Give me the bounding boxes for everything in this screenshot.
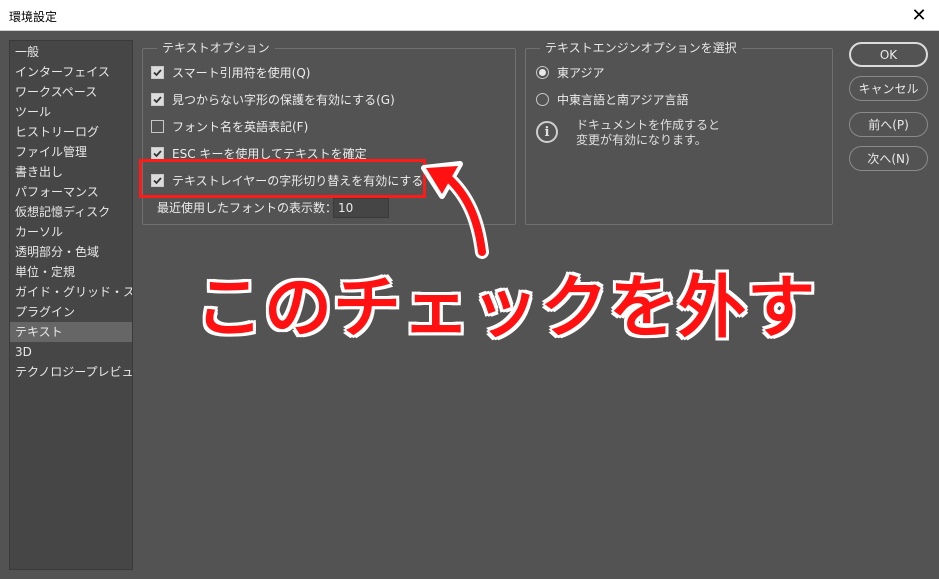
- sidebar-item-scratch-disks[interactable]: 仮想記憶ディスク: [10, 202, 132, 222]
- annotation-highlight-box: [139, 159, 426, 198]
- recent-fonts-input[interactable]: [333, 198, 389, 218]
- recent-fonts-row: 最近使用したフォントの表示数：: [157, 197, 337, 217]
- annotation-arrow-icon: [421, 161, 489, 259]
- info-message: ドキュメントを作成すると 変更が有効になります。: [576, 118, 720, 148]
- radio-east-asian[interactable]: [536, 65, 549, 79]
- sidebar-item-units-rulers[interactable]: 単位・定規: [10, 262, 132, 282]
- annotation-callout-text: このチェックを外す: [194, 268, 817, 349]
- sidebar-item-3d[interactable]: 3D: [10, 342, 132, 362]
- recent-fonts-label: 最近使用したフォントの表示数：: [157, 200, 338, 215]
- radio-label: 中東言語と南アジア言語: [557, 92, 689, 107]
- checkbox-esc-commit[interactable]: [151, 146, 164, 160]
- sidebar-item-export[interactable]: 書き出し: [10, 162, 132, 182]
- text-engine-title: テキストエンジンオプションを選択: [540, 40, 742, 56]
- sidebar-item-guides-grid-slices[interactable]: ガイド・グリッド・スライス: [10, 282, 132, 302]
- title-bar: 環境設定 ✕: [0, 0, 939, 31]
- radio-label: 東アジア: [557, 65, 605, 80]
- close-icon[interactable]: ✕: [905, 2, 933, 29]
- radio-middle-eastern[interactable]: [536, 92, 549, 106]
- text-options-title: テキストオプション: [157, 40, 275, 56]
- info-icon: i: [536, 121, 558, 143]
- option-label: フォント名を英語表記(F): [172, 119, 309, 134]
- next-button[interactable]: 次へ(N): [849, 146, 928, 171]
- option-protect-glyphs[interactable]: 見つからない字形の保護を有効にする(G): [151, 89, 395, 109]
- radio-row-east-asian[interactable]: 東アジア: [536, 62, 605, 82]
- sidebar-item-transparency-gamut[interactable]: 透明部分・色域: [10, 242, 132, 262]
- sidebar-item-type[interactable]: テキスト: [10, 322, 132, 342]
- sidebar-item-general[interactable]: 一般: [10, 42, 132, 62]
- window-title: 環境設定: [9, 10, 58, 24]
- cancel-button[interactable]: キャンセル: [849, 76, 928, 101]
- sidebar-item-technology-previews[interactable]: テクノロジープレビュー: [10, 362, 132, 382]
- option-label: スマート引用符を使用(Q): [172, 65, 311, 80]
- sidebar-item-performance[interactable]: パフォーマンス: [10, 182, 132, 202]
- radio-row-middle-eastern[interactable]: 中東言語と南アジア言語: [536, 89, 689, 109]
- preferences-sidebar: 一般 インターフェイス ワークスペース ツール ヒストリーログ ファイル管理 書…: [9, 40, 133, 570]
- option-english-font-names[interactable]: フォント名を英語表記(F): [151, 116, 308, 136]
- sidebar-item-workspace[interactable]: ワークスペース: [10, 82, 132, 102]
- checkbox-protect-glyphs[interactable]: [151, 92, 164, 106]
- option-smart-quotes[interactable]: スマート引用符を使用(Q): [151, 62, 310, 82]
- checkbox-smart-quotes[interactable]: [151, 65, 164, 79]
- info-line-1: ドキュメントを作成すると: [576, 118, 721, 132]
- sidebar-item-interface[interactable]: インターフェイス: [10, 62, 132, 82]
- sidebar-item-cursors[interactable]: カーソル: [10, 222, 132, 242]
- sidebar-item-tools[interactable]: ツール: [10, 102, 132, 122]
- sidebar-item-file-handling[interactable]: ファイル管理: [10, 142, 132, 162]
- checkbox-english-font-names[interactable]: [151, 119, 164, 133]
- info-line-2: 変更が有効になります。: [576, 133, 707, 147]
- sidebar-item-history-log[interactable]: ヒストリーログ: [10, 122, 132, 142]
- sidebar-item-plugins[interactable]: プラグイン: [10, 302, 132, 322]
- option-label: 見つからない字形の保護を有効にする(G): [172, 92, 395, 107]
- prev-button[interactable]: 前へ(P): [849, 112, 928, 137]
- ok-button[interactable]: OK: [849, 42, 928, 67]
